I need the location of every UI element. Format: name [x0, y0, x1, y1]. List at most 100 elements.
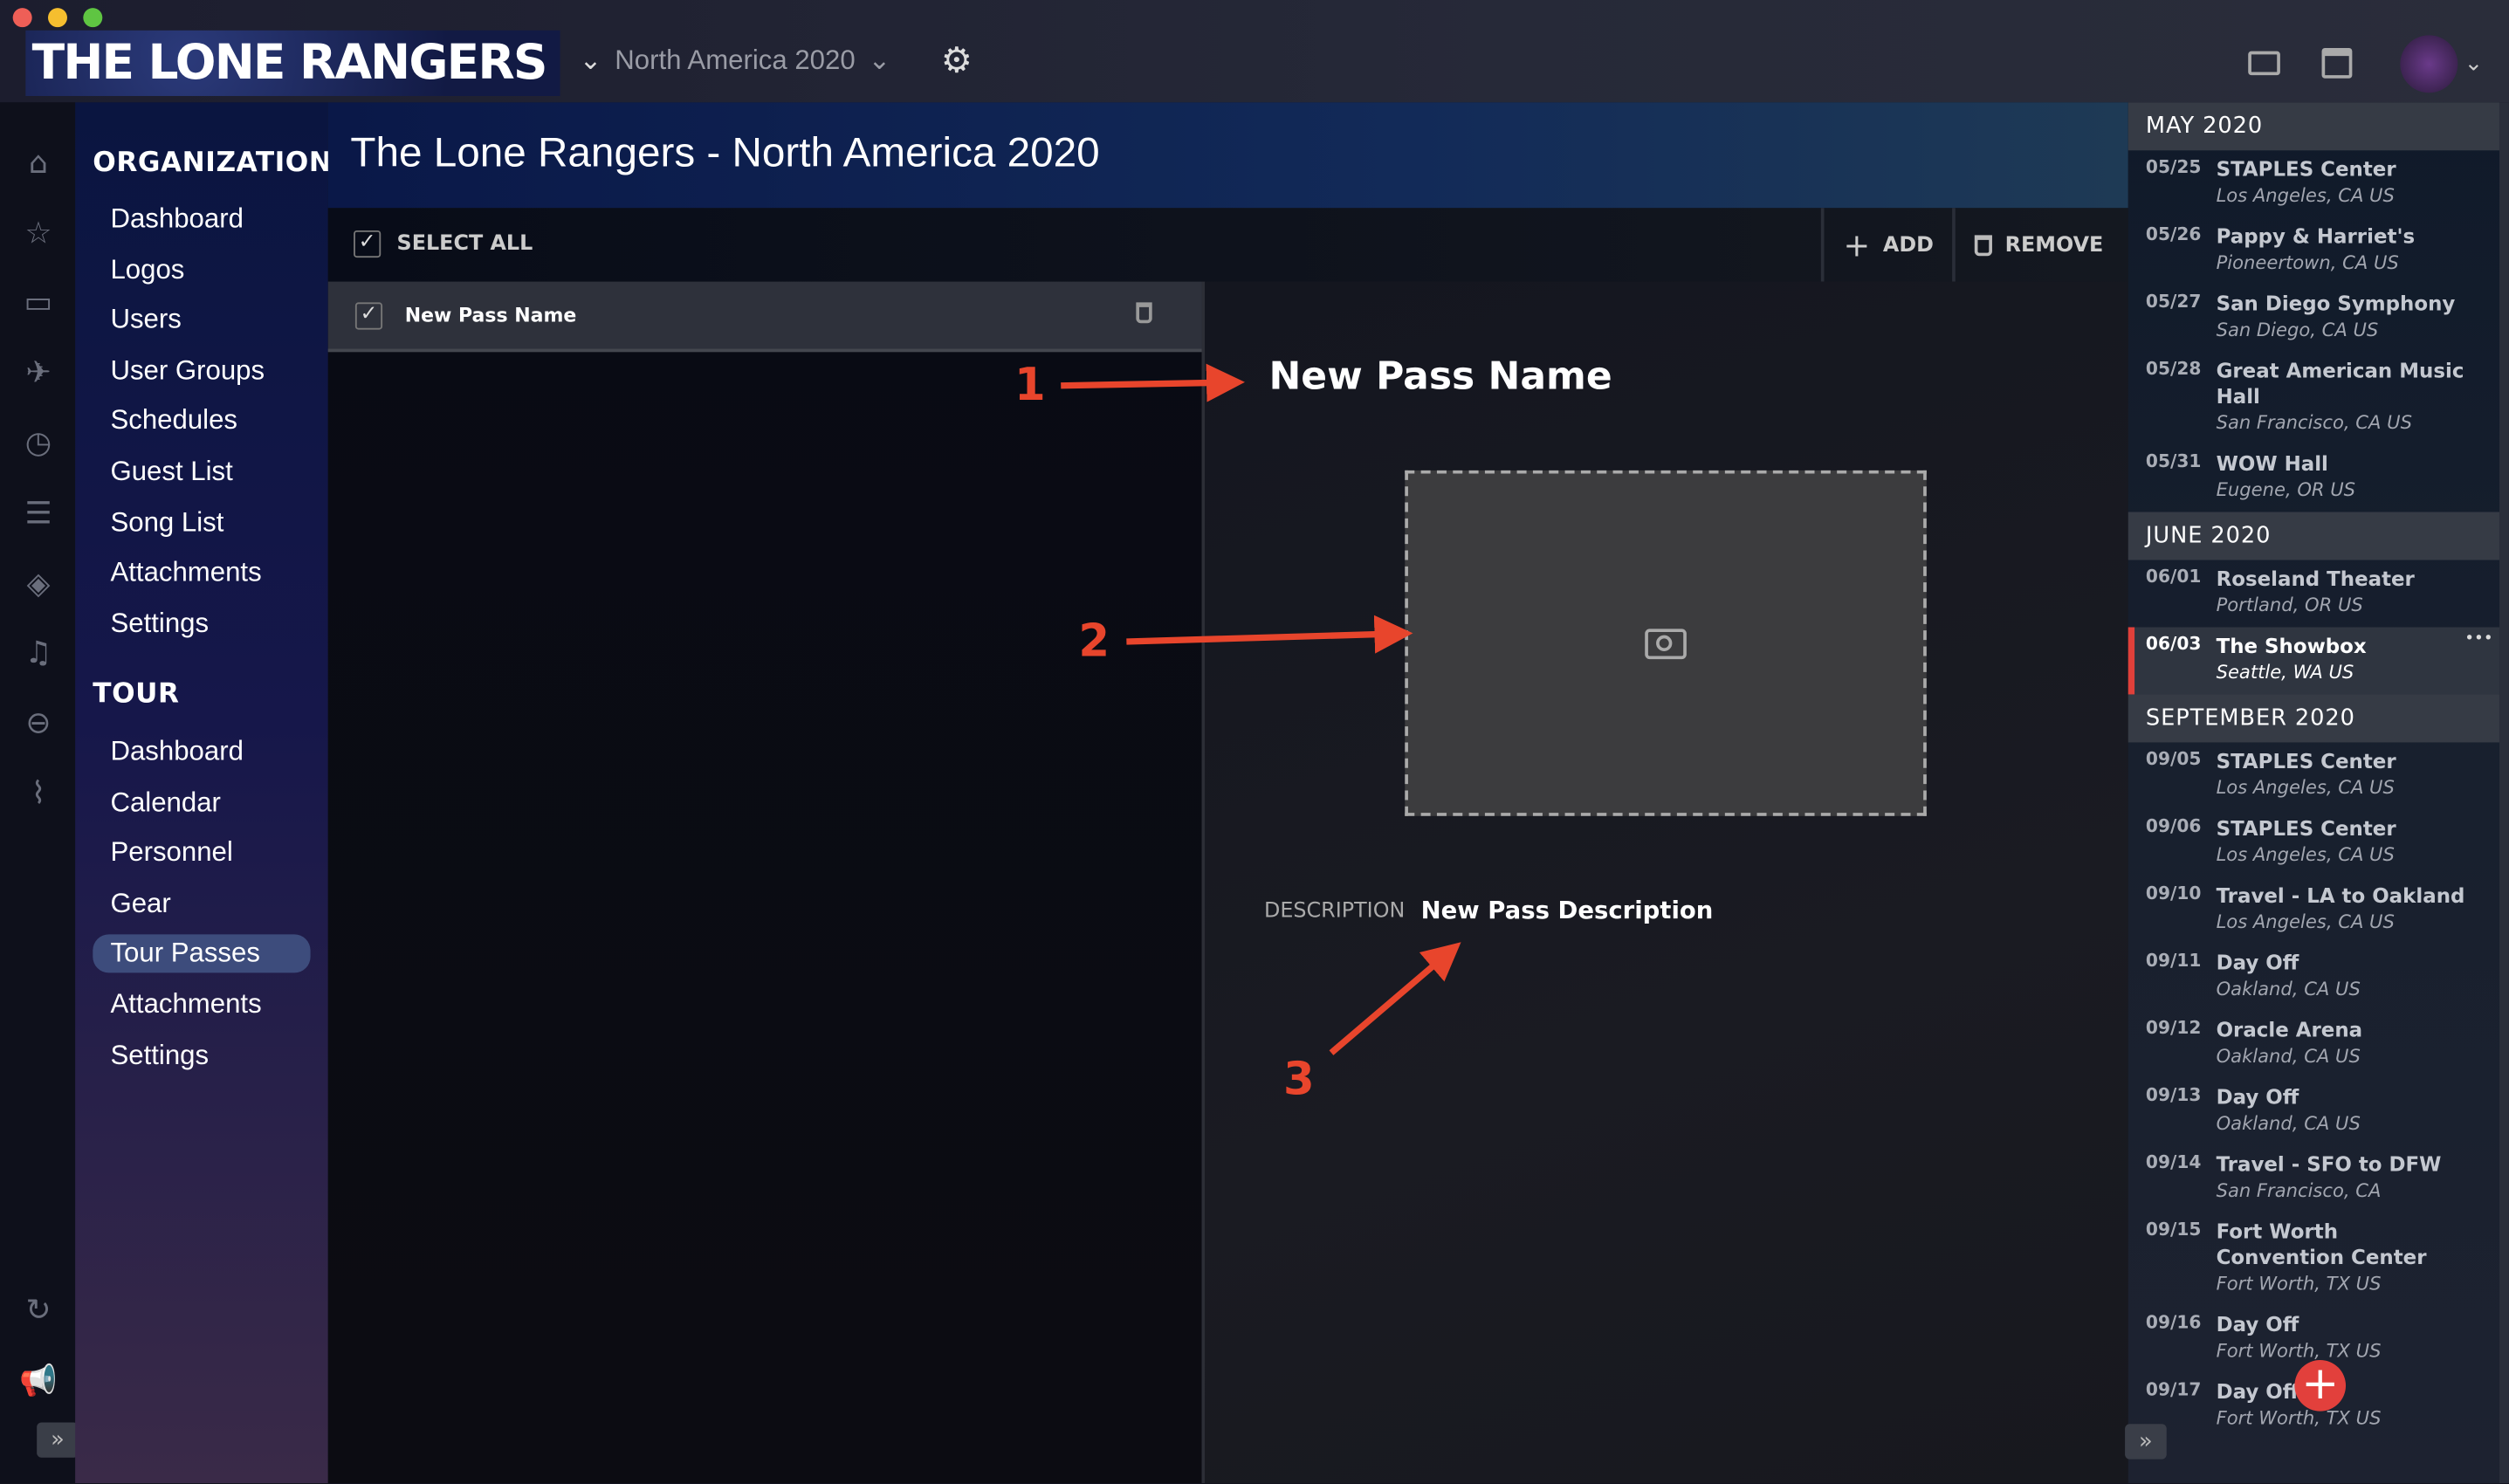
expand-schedule-button[interactable]: »: [2125, 1424, 2167, 1460]
add-event-button[interactable]: +: [2294, 1359, 2347, 1412]
minimize-window-button[interactable]: [47, 8, 67, 28]
trash-icon[interactable]: [1136, 302, 1152, 324]
star-icon[interactable]: ☆: [19, 215, 58, 253]
close-window-button[interactable]: [12, 8, 32, 28]
schedule-event[interactable]: 06/01 Roseland Theater Portland, OR US: [2128, 560, 2499, 628]
schedule-event[interactable]: 05/27 San Diego Symphony San Diego, CA US: [2128, 285, 2499, 352]
zoom-window-button[interactable]: [83, 8, 103, 28]
schedule-event[interactable]: 09/06 STAPLES Center Los Angeles, CA US: [2128, 809, 2499, 876]
avatar[interactable]: [2400, 35, 2458, 93]
event-location: Seattle, WA US: [2216, 660, 2354, 684]
event-location: Oakland, CA US: [2216, 977, 2361, 1000]
piggy-bank-icon[interactable]: ⊖: [19, 704, 58, 742]
sidebar-item-dashboard[interactable]: Dashboard: [110, 200, 243, 238]
annotation-number: 1: [1014, 358, 1046, 412]
add-label: ADD: [1882, 232, 1934, 258]
sidebar-item-logos[interactable]: Logos: [110, 251, 184, 289]
sidebar-item-tour-settings[interactable]: Settings: [110, 1036, 209, 1075]
schedule-event[interactable]: 09/11 Day Off Oakland, CA US: [2128, 944, 2499, 1011]
home-icon[interactable]: ⌂: [19, 144, 58, 182]
schedule-event[interactable]: 09/12 Oracle Arena Oakland, CA US: [2128, 1011, 2499, 1078]
event-name: The Showbox: [2216, 633, 2367, 658]
title-bar: THE LONE RANGERS ⌄ North America 2020 ⌄ …: [0, 0, 2509, 103]
sidebar-nav: ORGANIZATION Dashboard Logos Users User Gro…: [75, 102, 332, 1484]
sidebar-item-song-list[interactable]: Song List: [110, 504, 223, 542]
clock-icon[interactable]: ◷: [19, 424, 58, 463]
schedule-event[interactable]: 05/25 STAPLES Center Los Angeles, CA US: [2128, 150, 2499, 217]
music-icon[interactable]: ♫: [19, 634, 58, 672]
event-date: 09/05: [2145, 748, 2202, 770]
sidebar-item-schedules[interactable]: Schedules: [110, 402, 237, 441]
remove-button[interactable]: REMOVE: [1952, 208, 2128, 282]
select-all-label: SELECT ALL: [396, 231, 533, 257]
contact-card-icon[interactable]: [2248, 51, 2280, 76]
schedule-event[interactable]: 05/28 Great American Music Hall San Franci…: [2128, 352, 2499, 444]
chevron-down-icon: ⌄: [579, 45, 602, 76]
sidebar-item-tour-personnel[interactable]: Personnel: [110, 834, 232, 872]
megaphone-icon[interactable]: 📢: [19, 1362, 58, 1400]
event-location: Los Angeles, CA US: [2216, 842, 2395, 866]
calendar-icon[interactable]: [2321, 47, 2353, 79]
sidebar-item-tour-tour-passes[interactable]: Tour Passes: [93, 935, 311, 974]
sidebar-item-users[interactable]: Users: [110, 301, 181, 340]
event-date: 09/11: [2145, 950, 2202, 972]
event-date: 05/31: [2145, 450, 2202, 472]
sync-icon[interactable]: ↻: [19, 1291, 58, 1329]
chevron-down-icon[interactable]: ⌄: [2464, 52, 2484, 77]
month-header: SEPTEMBER 2020: [2127, 694, 2499, 743]
sidebar-item-tour-attachments[interactable]: Attachments: [110, 986, 261, 1024]
event-name: STAPLES Center: [2216, 815, 2396, 841]
event-name: Roseland Theater: [2216, 566, 2415, 591]
month-header: MAY 2020: [2127, 102, 2499, 151]
expand-rail-button[interactable]: »: [37, 1422, 79, 1458]
annotation-number: 2: [1078, 614, 1110, 668]
schedule-event[interactable]: 09/10 Travel - LA to Oakland Los Angeles, …: [2128, 876, 2499, 944]
schedule-event[interactable]: 06/03 The Showbox Seattle, WA US •••: [2127, 627, 2499, 695]
ticket-icon[interactable]: ◈: [19, 565, 58, 603]
event-date: 09/06: [2145, 815, 2202, 837]
tour-selector-value: North America 2020: [615, 45, 856, 76]
sidebar-item-guest-list[interactable]: Guest List: [110, 453, 232, 491]
photo-upload[interactable]: [1405, 470, 1927, 816]
select-all-checkbox[interactable]: ✓ SELECT ALL: [354, 230, 533, 258]
chevron-down-icon: ⌄: [868, 45, 891, 76]
sidebar-item-user-groups[interactable]: User Groups: [110, 352, 265, 390]
event-location: Oakland, CA US: [2216, 1044, 2361, 1068]
sidebar-item-tour-gear[interactable]: Gear: [110, 884, 170, 923]
band-logo[interactable]: THE LONE RANGERS: [25, 30, 560, 96]
sidebar-item-settings[interactable]: Settings: [110, 604, 209, 642]
event-name: Day Off: [2216, 950, 2299, 975]
schedule-event[interactable]: 09/13 Day Off Oakland, CA US: [2128, 1078, 2499, 1145]
schedule-event[interactable]: 05/31 WOW Hall Eugene, OR US: [2128, 445, 2499, 512]
sidebar-item-tour-dashboard[interactable]: Dashboard: [110, 732, 243, 771]
schedule-panel: MAY 2020 05/25 STAPLES Center Los Angeles, …: [2127, 102, 2499, 1484]
pass-title[interactable]: New Pass Name: [1268, 354, 1612, 398]
checkbox-checked-icon[interactable]: ✓: [354, 301, 383, 329]
more-options-icon[interactable]: •••: [2464, 630, 2492, 648]
toolbar: ✓ SELECT ALL + ADD REMOVE: [327, 208, 2128, 282]
schedule-event[interactable]: 09/15 Fort Worth Convention Center Fort Wo…: [2128, 1213, 2499, 1305]
checkbox-checked-icon: ✓: [354, 230, 382, 258]
schedule-event[interactable]: 05/26 Pappy & Harriet's Pioneertown, CA US: [2128, 217, 2499, 285]
plane-icon[interactable]: ✈: [19, 354, 58, 392]
add-button[interactable]: + ADD: [1820, 208, 1952, 282]
list-item[interactable]: ✓ New Pass Name: [327, 281, 1202, 353]
briefcase-icon[interactable]: ▭: [19, 283, 58, 321]
description-label: DESCRIPTION: [1263, 899, 1406, 924]
page-title: The Lone Rangers - North America 2020: [350, 127, 1100, 176]
sidebar-item-attachments[interactable]: Attachments: [110, 554, 261, 593]
description-field[interactable]: New Pass Description: [1421, 896, 1714, 924]
event-location: Fort Worth, TX US: [2216, 1406, 2382, 1429]
event-location: San Diego, CA US: [2216, 318, 2379, 341]
gear-icon[interactable]: ⚙: [941, 44, 973, 79]
schedule-scrollbar[interactable]: [2499, 102, 2509, 1484]
event-location: Fort Worth, TX US: [2216, 1339, 2382, 1362]
schedule-event[interactable]: 09/05 STAPLES Center Los Angeles, CA US: [2128, 742, 2499, 809]
event-location: San Francisco, CA: [2216, 1178, 2382, 1202]
paperclip-icon[interactable]: ⌇: [19, 774, 58, 813]
month-header: JUNE 2020: [2127, 512, 2499, 560]
list-icon[interactable]: ☰: [19, 494, 58, 532]
tour-selector[interactable]: ⌄ North America 2020 ⌄: [580, 45, 891, 77]
sidebar-item-tour-calendar[interactable]: Calendar: [110, 783, 220, 821]
schedule-event[interactable]: 09/14 Travel - SFO to DFW San Francisco, C…: [2128, 1145, 2499, 1213]
